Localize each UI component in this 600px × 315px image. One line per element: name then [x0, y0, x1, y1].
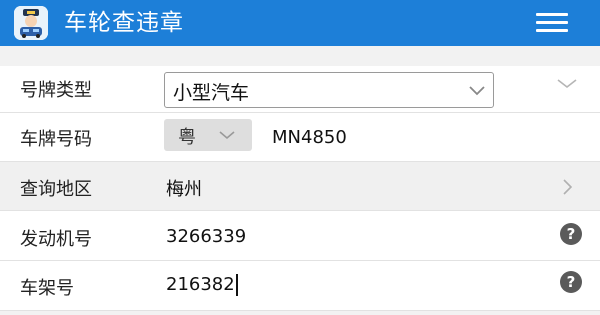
chevron-down-icon [219, 131, 235, 140]
plate-type-select[interactable]: 小型汽车 [164, 72, 494, 108]
menu-bar [536, 29, 568, 32]
chevron-right-icon[interactable] [562, 178, 574, 196]
plate-number-input[interactable]: MN4850 [272, 127, 347, 148]
frame-number-input[interactable]: 216382 [166, 274, 235, 295]
frame-number-field[interactable]: 216382 [166, 274, 238, 296]
province-value: 粤 [178, 127, 196, 148]
frame-number-row: 车架号 216382 ? [0, 261, 600, 311]
menu-bar [536, 13, 568, 16]
engine-number-row: 发动机号 3266339 ? [0, 211, 600, 261]
province-select[interactable]: 粤 [164, 119, 252, 151]
region-label: 查询地区 [20, 179, 92, 200]
engine-number-input[interactable]: 3266339 [166, 226, 246, 247]
plate-type-row: 号牌类型 小型汽车 [0, 66, 600, 113]
plate-number-label: 车牌号码 [20, 129, 92, 150]
region-row[interactable]: 查询地区 梅州 [0, 162, 600, 211]
help-icon[interactable]: ? [560, 271, 582, 293]
text-cursor [235, 274, 238, 296]
plate-type-selected: 小型汽车 [173, 82, 250, 104]
hamburger-menu-icon[interactable] [536, 13, 568, 33]
app-header: 车轮查违章 [0, 0, 600, 46]
police-car-logo-icon [14, 6, 48, 40]
region-value: 梅州 [166, 179, 202, 200]
engine-number-label: 发动机号 [20, 229, 92, 250]
chevron-down-icon[interactable] [556, 78, 578, 90]
plate-type-label: 号牌类型 [20, 80, 92, 101]
chevron-down-icon [469, 86, 485, 96]
menu-bar [536, 21, 568, 24]
app-title: 车轮查违章 [64, 10, 184, 36]
frame-number-label: 车架号 [20, 278, 74, 299]
help-icon[interactable]: ? [560, 223, 582, 245]
plate-number-row: 车牌号码 粤 MN4850 [0, 113, 600, 162]
